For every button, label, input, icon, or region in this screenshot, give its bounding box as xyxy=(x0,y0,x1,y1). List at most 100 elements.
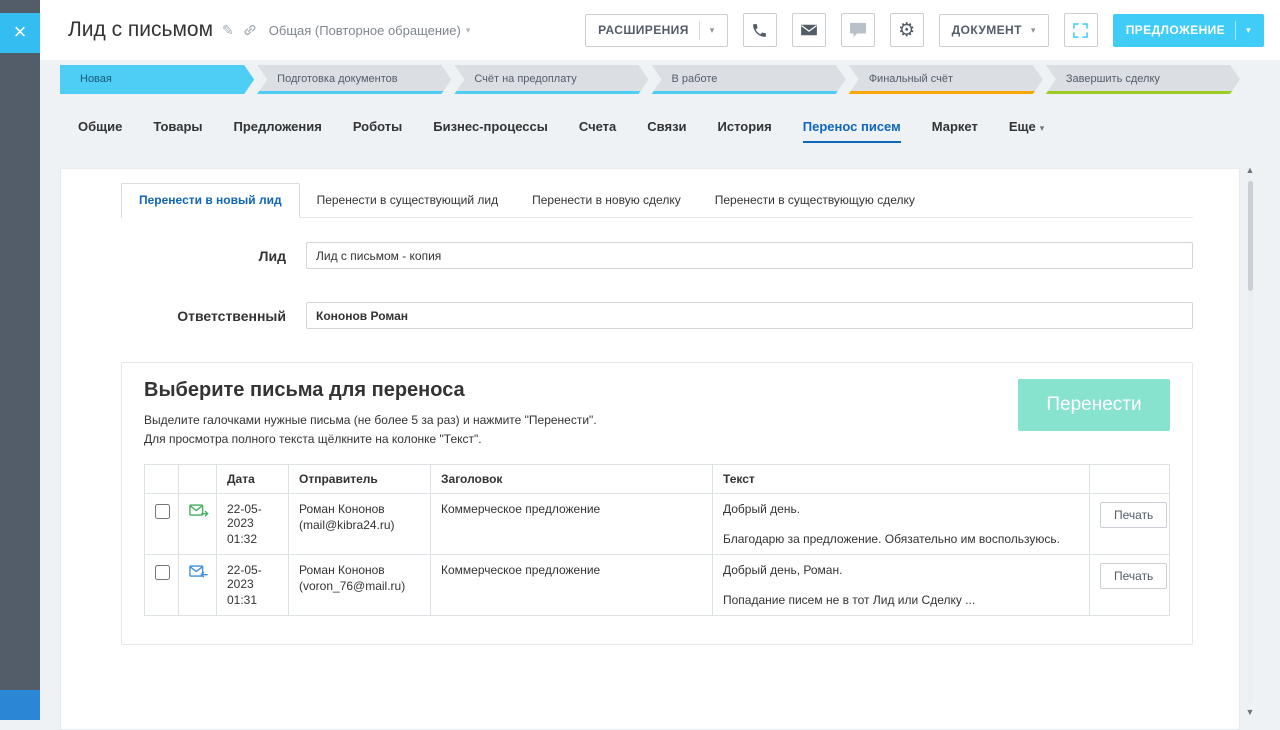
mail-date-cell: 22-05-2023 01:31 xyxy=(217,555,289,616)
subtab-new-lead[interactable]: Перенести в новый лид xyxy=(121,183,300,218)
date-column-header: Дата xyxy=(217,465,289,494)
stage-prepay-invoice[interactable]: Счёт на предоплату xyxy=(454,65,648,94)
mail-hint-line1: Выделите галочками нужные письма (не бол… xyxy=(144,411,1170,430)
print-column-header xyxy=(1090,465,1170,494)
stage-accent xyxy=(652,91,846,94)
content-area: Перенести в новый лид Перенести в сущест… xyxy=(40,156,1280,720)
tab-invoices[interactable]: Счета xyxy=(579,119,616,143)
chat-button[interactable] xyxy=(841,13,875,47)
mail-panel-title: Выберите письма для переноса xyxy=(144,379,1170,402)
expand-icon xyxy=(1073,23,1088,38)
chat-icon xyxy=(849,22,867,38)
mail-row-checkbox[interactable] xyxy=(155,565,170,580)
scroll-up-icon[interactable]: ▲ xyxy=(1246,165,1255,175)
tab-more[interactable]: Еще▾ xyxy=(1009,119,1044,143)
offer-button[interactable]: ПРЕДЛОЖЕНИЕ ▾ xyxy=(1113,14,1264,47)
topbar: Лид с письмом ✎ Общая (Повторное обращен… xyxy=(40,0,1280,60)
tab-market[interactable]: Маркет xyxy=(932,119,978,143)
tab-mail-transfer[interactable]: Перенос писем xyxy=(803,119,901,143)
tab-links[interactable]: Связи xyxy=(647,119,686,143)
extensions-button-label: РАСШИРЕНИЯ xyxy=(598,23,689,37)
chevron-down-icon: ▾ xyxy=(466,25,471,36)
scrollbar-thumb[interactable] xyxy=(1248,181,1253,291)
vertical-scrollbar[interactable]: ▲ ▼ xyxy=(1243,165,1257,717)
tab-offers[interactable]: Предложения xyxy=(234,119,322,143)
mail-sender-cell: Роман Кононов (voron_76@mail.ru) xyxy=(289,555,431,616)
transfer-button[interactable]: Перенести xyxy=(1018,379,1170,431)
phone-icon xyxy=(751,22,768,39)
mail-date-cell: 22-05-2023 01:32 xyxy=(217,494,289,555)
stage-close-deal[interactable]: Завершить сделку xyxy=(1046,65,1240,94)
tab-history[interactable]: История xyxy=(718,119,772,143)
stage-in-progress[interactable]: В работе xyxy=(652,65,846,94)
lead-field-label: Лид xyxy=(121,248,286,264)
mail-hint-line2: Для просмотра полного текста щёлкните на… xyxy=(144,430,1170,449)
extensions-button[interactable]: РАСШИРЕНИЯ ▾ xyxy=(585,14,728,47)
checkbox-column-header xyxy=(145,465,179,494)
stage-accent xyxy=(1046,91,1240,94)
transfer-subtabs: Перенести в новый лид Перенести в сущест… xyxy=(121,183,1193,218)
mail-subject-cell: Коммерческое предложение xyxy=(431,494,713,555)
mail-row-checkbox[interactable] xyxy=(155,504,170,519)
topbar-actions: РАСШИРЕНИЯ ▾ xyxy=(585,13,1264,47)
outgoing-mail-icon xyxy=(189,502,206,519)
table-row: 22-05-2023 01:31 Роман Кононов (voron_76… xyxy=(145,555,1170,616)
responsible-input[interactable] xyxy=(306,302,1193,329)
subtab-existing-deal[interactable]: Перенести в существующую сделку xyxy=(698,184,932,217)
rail-bottom-accent xyxy=(0,690,40,720)
lead-name-input[interactable] xyxy=(306,242,1193,269)
text-column-header: Текст xyxy=(713,465,1090,494)
mail-text-cell[interactable]: Добрый день, Роман. Попадание писем не в… xyxy=(713,555,1090,616)
page-title: Лид с письмом xyxy=(68,18,213,42)
stage-pipeline: Новая Подготовка документов Счёт на пред… xyxy=(40,60,1280,98)
mail-table: Дата Отправитель Заголовок Текст xyxy=(144,464,1170,616)
subtab-new-deal[interactable]: Перенести в новую сделку xyxy=(515,184,698,217)
main-area: Лид с письмом ✎ Общая (Повторное обращен… xyxy=(40,0,1280,720)
mail-text-cell[interactable]: Добрый день. Благодарю за предложение. О… xyxy=(713,494,1090,555)
incoming-mail-icon xyxy=(189,563,206,580)
mail-icon xyxy=(800,23,818,37)
pipeline-selector-label: Общая (Повторное обращение) xyxy=(269,23,461,38)
edit-title-icon[interactable]: ✎ xyxy=(222,22,234,39)
mail-sender-cell: Роман Кононов (mail@kibra24.ru) xyxy=(289,494,431,555)
chevron-down-icon: ▾ xyxy=(1031,25,1036,36)
chevron-down-icon: ▾ xyxy=(1246,25,1251,36)
transfer-form: Лид Ответственный xyxy=(121,242,1193,329)
table-row: 22-05-2023 01:32 Роман Кононов (mail@kib… xyxy=(145,494,1170,555)
stage-new[interactable]: Новая xyxy=(60,65,254,94)
app-root: × Лид с письмом ✎ Общая (Повторное обращ… xyxy=(0,0,1280,720)
stage-docs[interactable]: Подготовка документов xyxy=(257,65,451,94)
close-slider-button[interactable]: × xyxy=(0,13,40,53)
print-button[interactable]: Печать xyxy=(1100,563,1167,589)
mail-button[interactable] xyxy=(792,13,826,47)
tab-robots[interactable]: Роботы xyxy=(353,119,402,143)
chevron-down-icon: ▾ xyxy=(1040,123,1045,133)
button-divider xyxy=(1235,21,1236,40)
chevron-down-icon: ▾ xyxy=(710,25,715,36)
scroll-down-icon[interactable]: ▼ xyxy=(1246,707,1255,717)
pipeline-selector[interactable]: Общая (Повторное обращение) ▾ xyxy=(269,23,471,38)
fullscreen-button[interactable] xyxy=(1064,13,1098,47)
gear-icon: ⚙ xyxy=(898,21,915,40)
tab-products[interactable]: Товары xyxy=(153,119,202,143)
subtab-existing-lead[interactable]: Перенести в существующий лид xyxy=(300,184,516,217)
settings-button[interactable]: ⚙ xyxy=(890,13,924,47)
direction-column-header xyxy=(179,465,217,494)
document-button[interactable]: ДОКУМЕНТ ▾ xyxy=(939,14,1049,47)
button-divider xyxy=(699,21,700,40)
subject-column-header: Заголовок xyxy=(431,465,713,494)
main-tabs: Общие Товары Предложения Роботы Бизнес-п… xyxy=(40,98,1280,156)
print-button[interactable]: Печать xyxy=(1100,502,1167,528)
responsible-field-label: Ответственный xyxy=(121,308,286,324)
mail-table-header-row: Дата Отправитель Заголовок Текст xyxy=(145,465,1170,494)
copy-link-icon[interactable] xyxy=(243,23,257,37)
call-button[interactable] xyxy=(743,13,777,47)
offer-button-label: ПРЕДЛОЖЕНИЕ xyxy=(1126,23,1225,37)
mail-subject-cell: Коммерческое предложение xyxy=(431,555,713,616)
tab-general[interactable]: Общие xyxy=(78,119,122,143)
tab-business-processes[interactable]: Бизнес-процессы xyxy=(433,119,548,143)
sender-column-header: Отправитель xyxy=(289,465,431,494)
stage-accent xyxy=(849,91,1043,94)
mail-select-panel: Выберите письма для переноса Выделите га… xyxy=(121,362,1193,645)
stage-final-invoice[interactable]: Финальный счёт xyxy=(849,65,1043,94)
